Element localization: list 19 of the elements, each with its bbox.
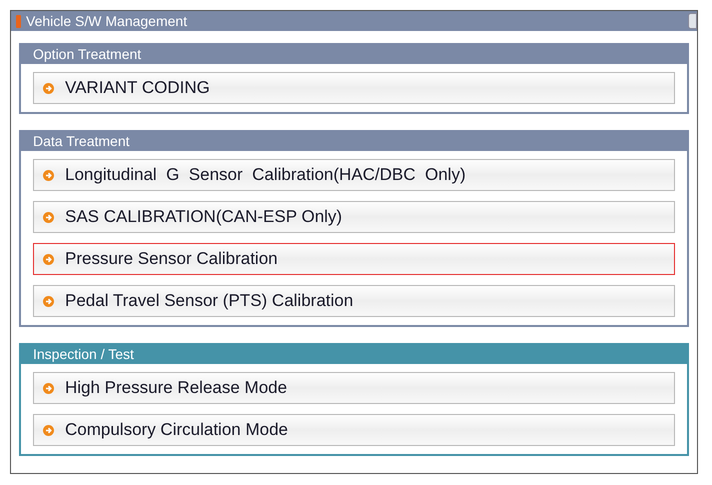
- arrow-bullet-icon: [43, 82, 54, 94]
- window-icon: [16, 14, 21, 28]
- section-header: Inspection / Test: [21, 345, 687, 364]
- section-header: Option Treatment: [21, 45, 687, 64]
- menu-item-button[interactable]: Pedal Travel Sensor (PTS) Calibration: [33, 285, 675, 317]
- menu-item-button[interactable]: Longitudinal G Sensor Calibration(HAC/DBC Only): [33, 159, 675, 191]
- arrow-bullet-icon: [43, 382, 54, 394]
- arrow-bullet-icon: [43, 254, 54, 264]
- section-header: Data Treatment: [21, 132, 687, 151]
- menu-item-button[interactable]: High Pressure Release Mode: [33, 372, 675, 404]
- arrow-bullet-icon: [43, 170, 54, 180]
- menu-item-button[interactable]: SAS CALIBRATION(CAN-ESP Only): [33, 201, 675, 233]
- menu-item-button[interactable]: VARIANT CODING: [33, 72, 675, 104]
- window-title: Vehicle S/W Management: [26, 14, 188, 28]
- arrow-bullet-icon: [43, 296, 54, 306]
- menu-item-button[interactable]: Compulsory Circulation Mode: [33, 414, 675, 446]
- arrow-bullet-icon: [43, 212, 54, 222]
- arrow-bullet-icon: [43, 424, 54, 436]
- menu-item-button[interactable]: Pressure Sensor Calibration: [33, 243, 675, 275]
